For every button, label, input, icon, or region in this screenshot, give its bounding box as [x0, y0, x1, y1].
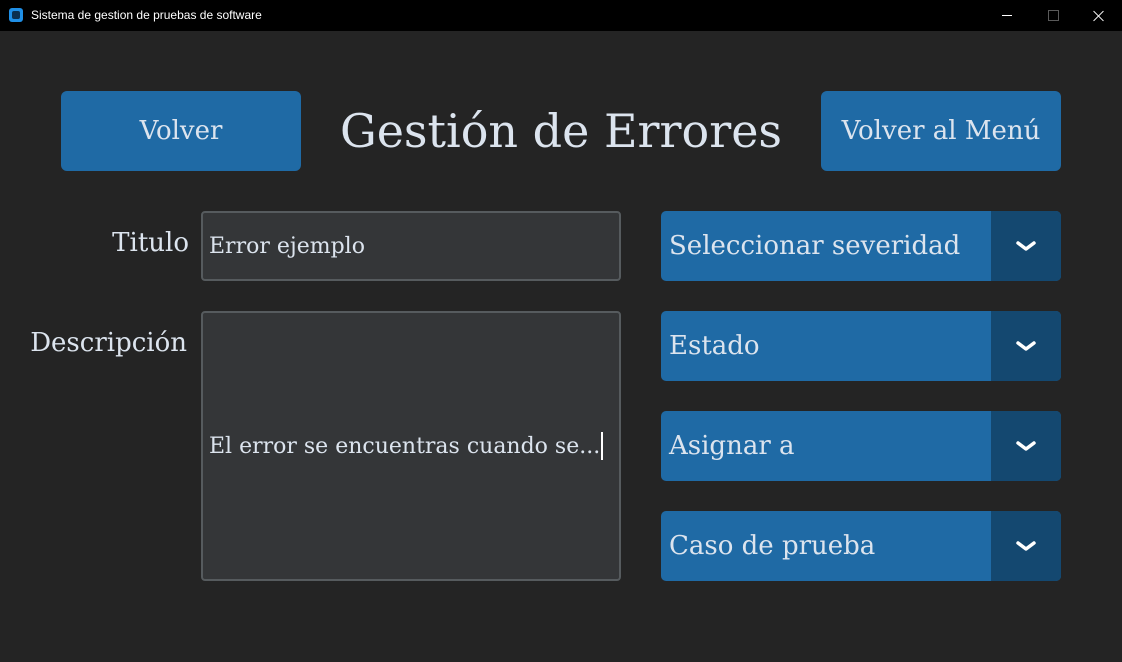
app-window: Sistema de gestion de pruebas de softwar…	[0, 0, 1122, 662]
description-label: Descripción	[30, 328, 187, 358]
maximize-button[interactable]	[1030, 0, 1076, 31]
app-icon	[9, 8, 23, 22]
chevron-down-icon[interactable]	[991, 411, 1061, 481]
close-button[interactable]	[1076, 0, 1122, 31]
severity-dropdown-label: Seleccionar severidad	[669, 231, 961, 261]
title-input-value: Error ejemplo	[209, 233, 365, 259]
page-title: Gestión de Errores	[339, 104, 783, 158]
chevron-down-icon[interactable]	[991, 211, 1061, 281]
minimize-icon	[1002, 15, 1012, 16]
description-textarea[interactable]: El error se encuentras cuando se...	[201, 311, 621, 581]
severity-dropdown[interactable]: Seleccionar severidad	[661, 211, 1061, 281]
maximize-icon	[1047, 10, 1059, 21]
description-value: El error se encuentras cuando se...	[209, 433, 601, 459]
window-title: Sistema de gestion de pruebas de softwar…	[31, 8, 262, 22]
back-to-menu-button[interactable]: Volver al Menú	[821, 91, 1061, 171]
chevron-down-icon[interactable]	[991, 311, 1061, 381]
status-dropdown[interactable]: Estado	[661, 311, 1061, 381]
title-input[interactable]: Error ejemplo	[201, 211, 621, 281]
chevron-down-icon[interactable]	[991, 511, 1061, 581]
test-case-dropdown[interactable]: Caso de prueba	[661, 511, 1061, 581]
assignee-dropdown[interactable]: Asignar a	[661, 411, 1061, 481]
close-icon	[1093, 10, 1105, 22]
back-button[interactable]: Volver	[61, 91, 301, 171]
minimize-button[interactable]	[984, 0, 1030, 31]
text-cursor	[601, 432, 604, 460]
assignee-dropdown-label: Asignar a	[669, 431, 795, 461]
status-dropdown-label: Estado	[669, 331, 760, 361]
title-label: Titulo	[112, 228, 189, 258]
test-case-dropdown-label: Caso de prueba	[669, 531, 876, 561]
title-bar[interactable]: Sistema de gestion de pruebas de softwar…	[0, 0, 1122, 31]
